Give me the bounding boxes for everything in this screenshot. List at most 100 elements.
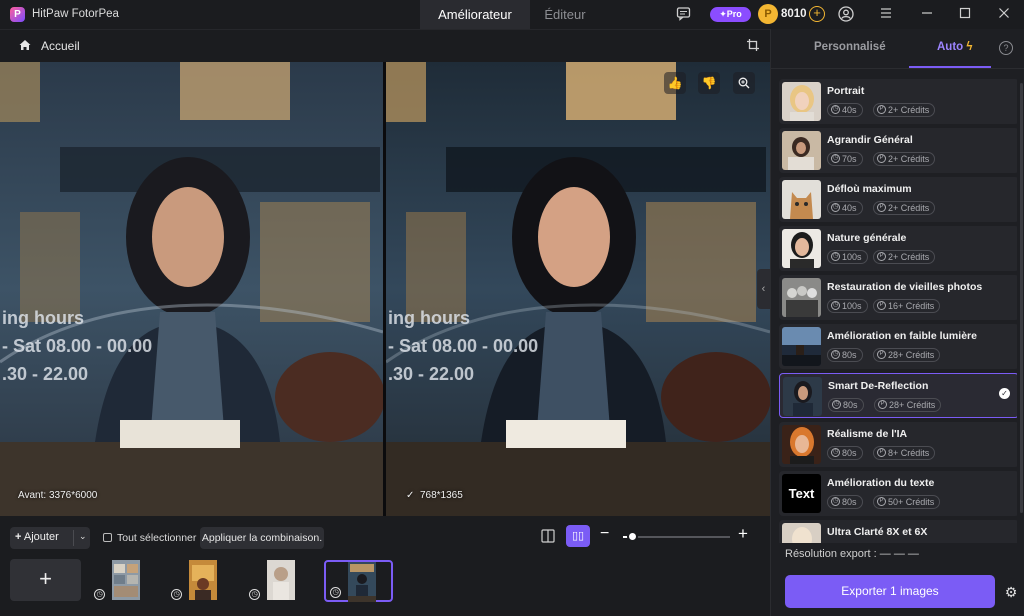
split-view-icon[interactable] [540, 528, 557, 545]
time-badge: ◷ 100s [827, 250, 868, 264]
breadcrumb-home-label[interactable]: Accueil [41, 39, 80, 53]
time-badge: ◷ 80s [827, 348, 863, 362]
time-badge: ◷ 40s [827, 103, 863, 117]
zoom-in-icon[interactable] [733, 72, 755, 94]
gear-icon[interactable]: ⚙ [1004, 585, 1018, 599]
add-image-button[interactable]: + [10, 559, 81, 601]
model-name: Réalisme de l'IA [827, 428, 908, 440]
zoom-slider-track[interactable] [623, 536, 730, 538]
model-time: 100s [842, 252, 862, 262]
chat-icon[interactable] [675, 6, 692, 23]
thumbs-down-icon[interactable]: 👎 [698, 72, 720, 94]
tab-custom[interactable]: Personnalisé [814, 41, 886, 53]
thumbs-up-icon[interactable]: 👍 [664, 72, 686, 94]
crop-icon[interactable] [746, 38, 760, 52]
image-thumbnail[interactable]: ◷ [90, 560, 159, 602]
menu-icon[interactable] [877, 6, 894, 23]
model-time: 80s [842, 448, 857, 458]
tab-auto-label: Auto [937, 41, 964, 53]
add-button[interactable]: + Ajouter ⌄ [10, 527, 90, 549]
model-cost: 2+ Crédits [888, 105, 930, 115]
selected-check-icon: ✓ [999, 388, 1010, 399]
user-icon[interactable] [837, 6, 854, 23]
credit-icon: P [877, 448, 886, 457]
clock-icon: ◷ [94, 589, 105, 600]
model-thumbnail [782, 82, 821, 121]
coin-icon: P [758, 4, 778, 24]
credit-badge: P 16+ Crédits [873, 299, 941, 313]
model-thumbnail [782, 131, 821, 170]
model-time: 70s [842, 154, 857, 164]
model-name: Portrait [827, 85, 865, 97]
image-preview: ing hours - Sat 08.00 - 00.00 .30 - 22.0… [0, 62, 770, 516]
model-time: 40s [842, 105, 857, 115]
select-all-checkbox[interactable] [103, 533, 112, 542]
image-thumbnail[interactable]: ◷ [245, 560, 314, 602]
model-name: Smart De-Reflection [828, 380, 929, 392]
model-item-max-deblur[interactable]: Défloù maximum ◷ 40s P 2+ Crédits [779, 177, 1017, 222]
model-list-scrollbar[interactable] [1020, 83, 1023, 513]
side-by-side-view-icon[interactable]: ▯▯ [566, 525, 590, 547]
time-badge: ◷ 100s [827, 299, 868, 313]
model-item-text-enhance[interactable]: Text Amélioration du texte ◷ 80s P 50+ Cré… [779, 471, 1017, 516]
credit-badge: P 8+ Crédits [873, 446, 936, 460]
model-time: 40s [842, 203, 857, 213]
minimize-icon[interactable] [918, 6, 935, 23]
tab-enhancer[interactable]: Améliorateur [420, 0, 530, 29]
clock-icon: ◷ [831, 497, 840, 506]
zoom-in-button[interactable]: + [738, 524, 748, 544]
credit-icon: P [877, 203, 886, 212]
maximize-icon[interactable] [956, 6, 973, 23]
model-panel: Personnalisé Auto ϟ ? Portrait ◷ 40s P 2+ … [770, 29, 1024, 616]
model-time: 80s [842, 497, 857, 507]
credits-count: 8010 [781, 8, 807, 20]
credit-icon: P [877, 154, 886, 163]
time-badge: ◷ 80s [827, 495, 863, 509]
select-all-label[interactable]: Tout sélectionner [117, 532, 196, 544]
model-item-general-upscale[interactable]: Agrandir Général ◷ 70s P 2+ Crédits [779, 128, 1017, 173]
pro-badge[interactable]: ✦Pro [710, 7, 751, 22]
clock-icon: ◷ [831, 105, 840, 114]
home-icon[interactable] [18, 38, 32, 52]
export-button[interactable]: Exporter 1 images [785, 575, 995, 608]
app-logo: P [10, 7, 25, 22]
model-item-portrait[interactable]: Portrait ◷ 40s P 2+ Crédits [779, 79, 1017, 124]
zoom-out-icon[interactable]: − [600, 525, 609, 543]
model-thumbnail [782, 229, 821, 268]
help-icon[interactable]: ? [999, 41, 1013, 55]
collapse-panel-button[interactable]: ‹ [757, 269, 770, 309]
zoom-slider-knob[interactable] [626, 531, 638, 542]
image-thumbnail[interactable]: ◷ [167, 560, 236, 602]
tab-auto[interactable]: Auto ϟ [937, 41, 972, 53]
clock-icon: ◷ [330, 587, 341, 598]
model-item-low-light[interactable]: Amélioration en faible lumière ◷ 80s P 28+… [779, 324, 1017, 369]
clock-icon: ◷ [249, 589, 260, 600]
time-badge: ◷ 80s [827, 446, 863, 460]
credit-badge: P 28+ Crédits [873, 348, 941, 362]
bottom-toolbar: + Ajouter ⌄ Tout sélectionner Appliquer … [0, 516, 770, 616]
image-thumbnail-selected[interactable]: ◷ [324, 560, 393, 602]
model-item-ai-realism[interactable]: Réalisme de l'IA ◷ 80s P 8+ Crédits [779, 422, 1017, 467]
credit-badge: P 2+ Crédits [873, 152, 936, 166]
text-thumbnail-label: Text [788, 486, 815, 501]
model-cost: 2+ Crédits [888, 154, 930, 164]
chevron-down-icon[interactable]: ⌄ [79, 531, 87, 542]
apply-combination-button[interactable]: Appliquer la combinaison. [200, 527, 324, 549]
model-thumbnail: Text [782, 474, 821, 513]
model-thumbnail [782, 278, 821, 317]
model-name: Défloù maximum [827, 183, 912, 195]
model-item-old-photo-restore[interactable]: Restauration de vieilles photos ◷ 100s P1… [779, 275, 1017, 320]
model-item-ultra-clarity[interactable]: Ultra Clarté 8X et 6X [779, 520, 1017, 543]
credit-badge: P 50+ Crédits [873, 495, 941, 509]
credit-badge: P 28+ Crédits [874, 398, 942, 412]
add-button-label: + Ajouter [15, 531, 59, 543]
model-item-general-nature[interactable]: Nature générale ◷ 100s P 2+ Crédits [779, 226, 1017, 271]
credit-icon: P [877, 497, 886, 506]
model-item-smart-de-reflection[interactable]: Smart De-Reflection ◷ 80s P 28+ Crédits ✓ [779, 373, 1017, 418]
clock-icon: ◷ [171, 589, 182, 600]
check-icon: ✓ [406, 490, 415, 501]
close-icon[interactable] [995, 6, 1012, 23]
add-credits-icon[interactable]: + [809, 6, 825, 22]
tab-editor[interactable]: Éditeur [530, 0, 600, 29]
model-list: Portrait ◷ 40s P 2+ Crédits Agrandir Génér… [779, 79, 1017, 543]
